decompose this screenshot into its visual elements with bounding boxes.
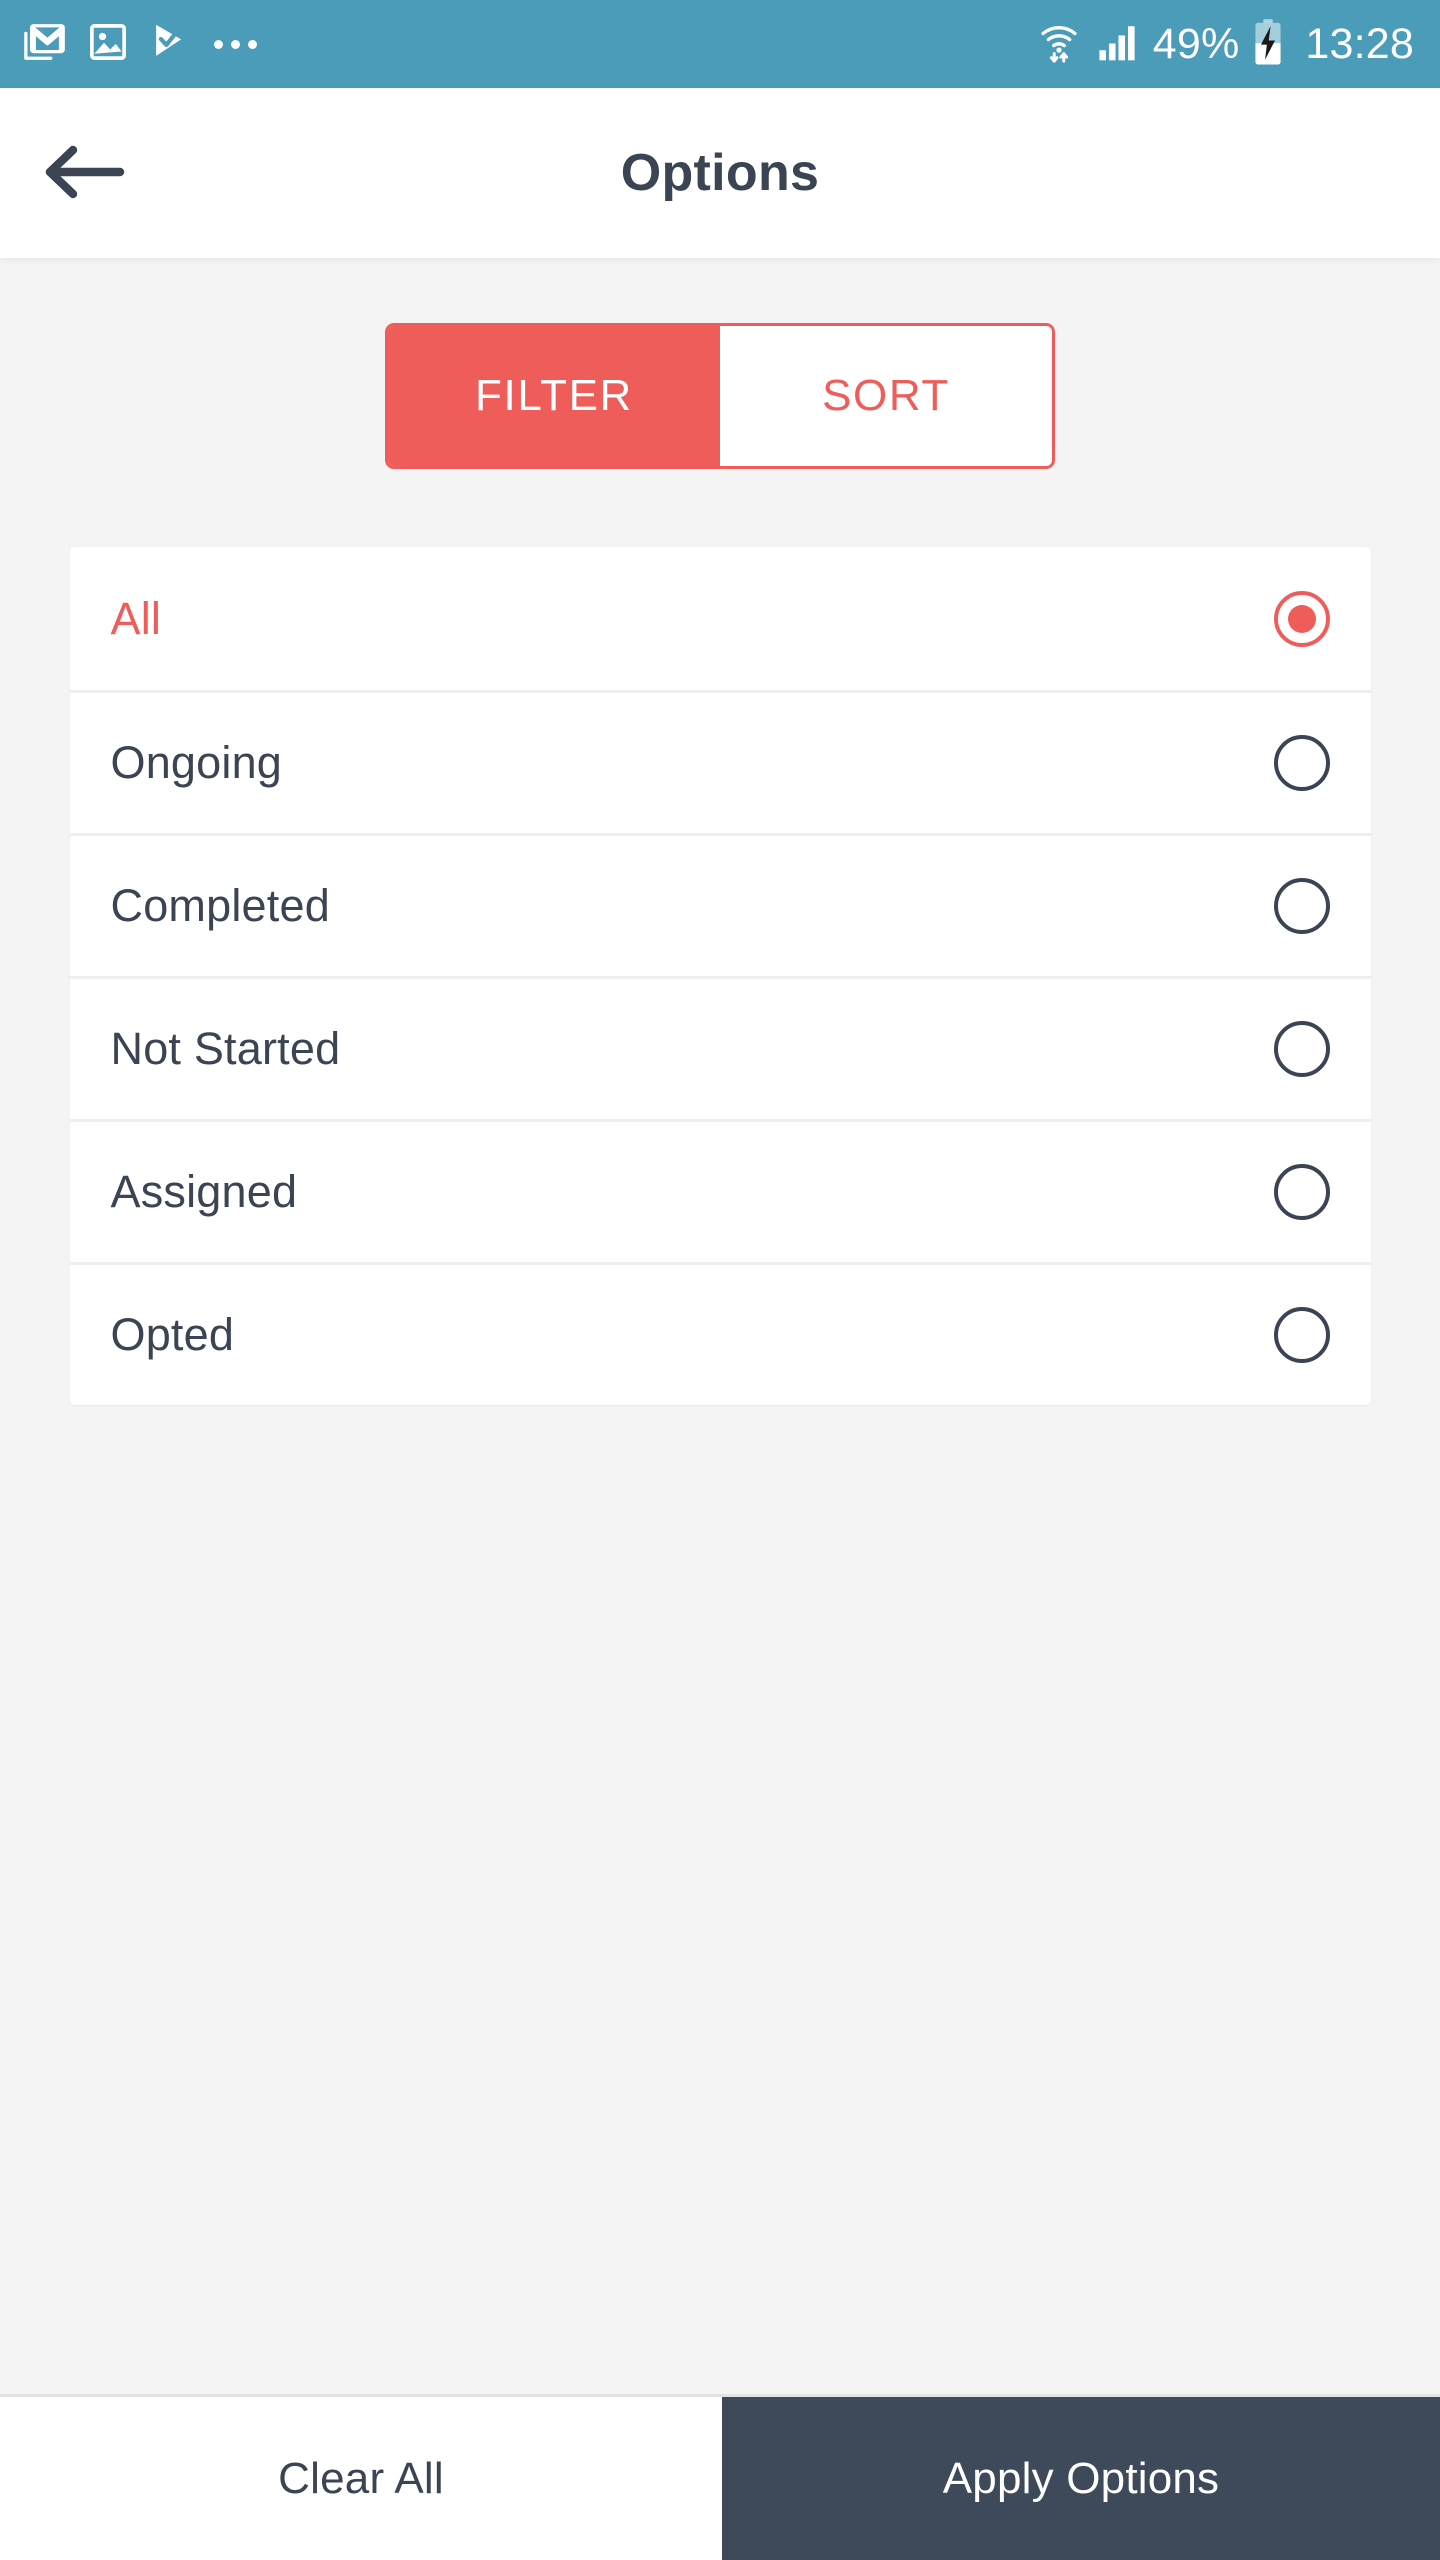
- status-bar-notification-icons: [22, 19, 257, 70]
- list-item-all[interactable]: All: [69, 547, 1371, 690]
- clear-all-button[interactable]: Clear All: [0, 2397, 722, 2560]
- list-item-not-started[interactable]: Not Started: [69, 976, 1371, 1119]
- option-label: Opted: [110, 1309, 235, 1360]
- radio-button-not-started[interactable]: [1273, 1021, 1330, 1077]
- status-bar-clock: 13:28: [1305, 19, 1414, 68]
- image-icon: [86, 20, 130, 69]
- filter-sort-segmented-control: FILTER SORT: [385, 323, 1055, 469]
- radio-button-all[interactable]: [1273, 590, 1330, 647]
- list-item-ongoing[interactable]: Ongoing: [69, 690, 1371, 833]
- tab-sort[interactable]: SORT: [720, 326, 1052, 466]
- play-store-update-icon: [148, 20, 190, 69]
- radio-button-opted[interactable]: [1273, 1307, 1330, 1363]
- option-label: All: [110, 592, 162, 644]
- content-area: FILTER SORT All Ongoing Completed Not St…: [0, 258, 1440, 2394]
- more-notifications-icon: [214, 39, 257, 49]
- app-bar: Options: [0, 88, 1440, 258]
- radio-button-completed[interactable]: [1273, 878, 1330, 934]
- wifi-icon: [1037, 19, 1081, 70]
- page-title: Options: [620, 144, 820, 202]
- status-bar-system-icons: 49% 13:28: [1037, 18, 1414, 71]
- option-label: Assigned: [110, 1166, 298, 1217]
- bottom-action-bar: Clear All Apply Options: [0, 2394, 1440, 2560]
- list-item-assigned[interactable]: Assigned: [69, 1119, 1371, 1262]
- arrow-left-icon: [42, 142, 126, 205]
- battery-percent-label: 49%: [1152, 19, 1240, 68]
- radio-button-assigned[interactable]: [1273, 1164, 1330, 1220]
- radio-button-ongoing[interactable]: [1273, 735, 1330, 791]
- option-label: Ongoing: [110, 737, 283, 788]
- option-label: Not Started: [110, 1023, 341, 1074]
- option-label: Completed: [110, 880, 330, 931]
- battery-charging-icon: [1253, 18, 1283, 71]
- tab-filter[interactable]: FILTER: [388, 326, 720, 466]
- status-bar: 49% 13:28: [0, 0, 1440, 88]
- back-button[interactable]: [14, 103, 154, 243]
- phone-screen: 49% 13:28 Options FILTER SORT All Ongoin…: [0, 0, 1440, 2560]
- gmail-icon: [22, 19, 68, 70]
- cellular-signal-icon: [1095, 20, 1139, 69]
- apply-options-button[interactable]: Apply Options: [722, 2397, 1440, 2560]
- filter-options-list: All Ongoing Completed Not Started Assign…: [69, 547, 1371, 1405]
- list-item-completed[interactable]: Completed: [69, 833, 1371, 976]
- list-item-opted[interactable]: Opted: [69, 1262, 1371, 1405]
